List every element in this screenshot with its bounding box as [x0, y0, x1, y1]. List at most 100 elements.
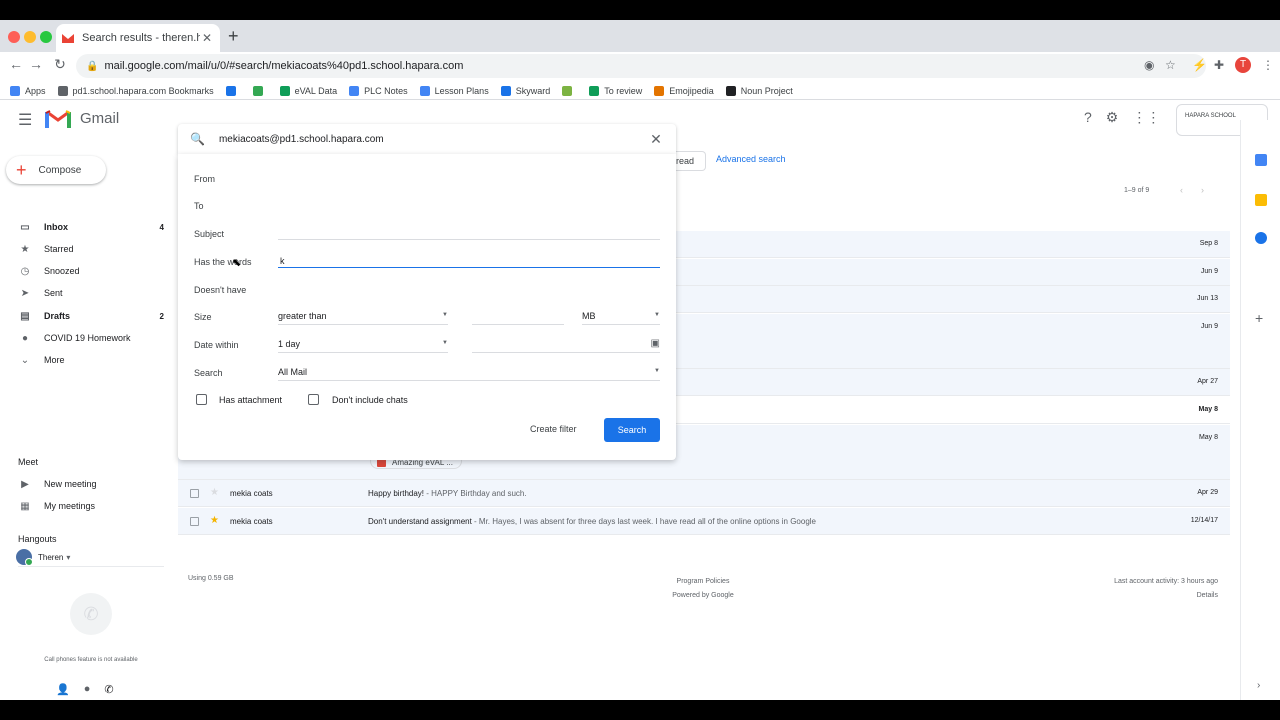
- bookmark-label: Noun Project: [740, 85, 793, 96]
- row-subject-line: Happy birthday! - HAPPY Birthday and suc…: [368, 489, 1158, 498]
- has-words-field[interactable]: [278, 267, 660, 268]
- has-words-value[interactable]: k: [280, 256, 285, 266]
- phone-tab-icon[interactable]: ✆: [104, 683, 113, 696]
- hide-panel-icon[interactable]: ›: [1257, 680, 1260, 691]
- browser-menu-icon[interactable]: ⋮: [1262, 58, 1274, 72]
- chat-bubble-icon[interactable]: ●: [84, 683, 91, 696]
- table-row[interactable]: ★ mekia coats Happy birthday! - HAPPY Birt…: [178, 480, 1230, 507]
- draft-icon: ▤: [20, 310, 30, 322]
- doesnt-have-field[interactable]: [278, 295, 660, 296]
- search-bar[interactable]: 🔍 mekiacoats@pd1.school.hapara.com ✕: [178, 124, 676, 154]
- close-window-icon[interactable]: [8, 31, 20, 43]
- reload-icon[interactable]: ↻: [50, 56, 70, 73]
- bookmark-star-icon[interactable]: ☆: [1165, 58, 1176, 72]
- extension-icon[interactable]: ⚡: [1192, 58, 1207, 72]
- row-checkbox[interactable]: [190, 517, 199, 526]
- maximize-window-icon[interactable]: [40, 31, 52, 43]
- to-field[interactable]: [278, 212, 660, 213]
- hangouts-user[interactable]: Theren ▾: [16, 549, 70, 566]
- from-field[interactable]: [278, 184, 660, 185]
- keep-icon[interactable]: [1255, 194, 1267, 206]
- program-policies-link[interactable]: Program Policies: [640, 575, 766, 589]
- address-bar[interactable]: 🔒 mail.google.com/mail/u/0/#search/mekia…: [76, 54, 1206, 78]
- subject-field[interactable]: [278, 239, 660, 240]
- size-unit-value: MB: [582, 311, 596, 321]
- next-page-icon[interactable]: ›: [1201, 185, 1204, 195]
- bookmark-label: pd1.school.hapara.com Bookmarks: [72, 85, 214, 96]
- sidebar-item-inbox[interactable]: ▭ Inbox 4: [0, 217, 170, 237]
- apps-grid-icon[interactable]: ⋮⋮: [1132, 109, 1160, 126]
- settings-gear-icon[interactable]: ⚙: [1106, 109, 1119, 126]
- sidebar-item-starred[interactable]: ★ Starred: [0, 239, 170, 259]
- get-addons-icon[interactable]: +: [1255, 310, 1263, 326]
- search-in-select[interactable]: All Mail ▼: [278, 367, 660, 381]
- size-value-field[interactable]: [472, 311, 564, 325]
- bookmark-item[interactable]: [562, 85, 577, 96]
- bookmark-item[interactable]: Emojipedia: [654, 85, 714, 96]
- create-filter-button[interactable]: Create filter: [530, 424, 577, 434]
- profile-avatar[interactable]: T: [1235, 57, 1251, 73]
- size-operator-select[interactable]: greater than ▼: [278, 311, 448, 325]
- chevron-down-icon: ⌄: [20, 354, 30, 366]
- bookmark-item[interactable]: Noun Project: [725, 85, 793, 96]
- size-unit-select[interactable]: MB ▼: [582, 311, 660, 325]
- powered-by: Powered by Google: [672, 592, 734, 599]
- main-menu-icon[interactable]: ☰: [18, 110, 32, 130]
- clear-search-icon[interactable]: ✕: [636, 131, 676, 148]
- prev-page-icon[interactable]: ‹: [1180, 185, 1183, 195]
- eye-icon[interactable]: ◉: [1144, 58, 1154, 72]
- compose-button[interactable]: + Compose: [6, 156, 106, 184]
- new-tab-button[interactable]: +: [228, 26, 239, 47]
- bookmark-item[interactable]: To review: [589, 85, 642, 96]
- dont-include-chats-checkbox[interactable]: [308, 394, 319, 405]
- bookmark-item[interactable]: Apps: [10, 85, 46, 96]
- advanced-search-panel: From To Subject Has the words Doesn't ha…: [178, 154, 676, 460]
- person-icon[interactable]: 👤: [56, 683, 70, 696]
- bookmark-item[interactable]: [252, 85, 268, 96]
- puzzle-icon[interactable]: ✚: [1214, 58, 1224, 72]
- unread-count: 2: [159, 311, 164, 321]
- bookmark-label: Skyward: [515, 85, 551, 96]
- sidebar-item-sent[interactable]: ➤ Sent: [0, 283, 170, 303]
- bookmark-item[interactable]: pd1.school.hapara.com Bookmarks: [57, 85, 214, 96]
- details-link[interactable]: Details: [1060, 589, 1218, 603]
- bookmark-item[interactable]: PLC Notes: [349, 85, 408, 96]
- minimize-window-icon[interactable]: [24, 31, 36, 43]
- close-tab-icon[interactable]: ✕: [200, 31, 214, 45]
- calendar-icon[interactable]: [1255, 154, 1267, 166]
- bookmark-item[interactable]: Skyward: [500, 85, 551, 96]
- has-attachment-checkbox[interactable]: [196, 394, 207, 405]
- calendar-picker-icon[interactable]: ▣: [651, 338, 660, 349]
- gmail-logo-icon[interactable]: [45, 109, 71, 129]
- search-icon[interactable]: 🔍: [190, 132, 205, 146]
- bookmark-favicon-icon: [225, 85, 236, 96]
- read-fragment[interactable]: read: [672, 151, 706, 171]
- table-row[interactable]: ★ mekia coats Don't understand assignment …: [178, 508, 1230, 535]
- date-within-select[interactable]: 1 day ▼: [278, 339, 448, 353]
- bookmark-label: PLC Notes: [364, 85, 408, 96]
- row-date: Jun 13: [1196, 295, 1218, 302]
- bookmark-item[interactable]: Lesson Plans: [419, 85, 489, 96]
- search-button[interactable]: Search: [604, 418, 660, 442]
- my-meetings-item[interactable]: ▦ My meetings: [0, 496, 170, 516]
- sidebar-item-snoozed[interactable]: ◷ Snoozed: [0, 261, 170, 281]
- row-checkbox[interactable]: [190, 489, 199, 498]
- bookmark-item[interactable]: [225, 85, 241, 96]
- tasks-icon[interactable]: [1255, 232, 1267, 244]
- back-icon[interactable]: ←: [6, 56, 26, 72]
- search-input[interactable]: mekiacoats@pd1.school.hapara.com: [219, 134, 636, 145]
- bookmark-item[interactable]: eVAL Data: [279, 85, 337, 96]
- star-icon[interactable]: ★: [210, 515, 219, 526]
- help-icon[interactable]: ?: [1084, 109, 1092, 126]
- browser-toolbar: ← → ↻ 🔒 mail.google.com/mail/u/0/#search…: [0, 52, 1280, 82]
- sidebar-item-covid-19-homework[interactable]: ● COVID 19 Homework: [0, 328, 170, 348]
- advanced-search-link[interactable]: Advanced search: [716, 154, 786, 164]
- sidebar-item-more[interactable]: ⌄ More: [0, 350, 170, 370]
- star-icon[interactable]: ★: [210, 487, 219, 498]
- sidebar-item-drafts[interactable]: ▤ Drafts 2: [0, 306, 170, 326]
- new-meeting-item[interactable]: ▶ New meeting: [0, 474, 170, 494]
- forward-icon[interactable]: →: [26, 56, 46, 72]
- dont-include-chats-label: Don't include chats: [332, 395, 408, 405]
- date-field[interactable]: ▣: [472, 338, 660, 353]
- browser-tab[interactable]: Search results - theren.hayes@ ✕: [56, 24, 220, 52]
